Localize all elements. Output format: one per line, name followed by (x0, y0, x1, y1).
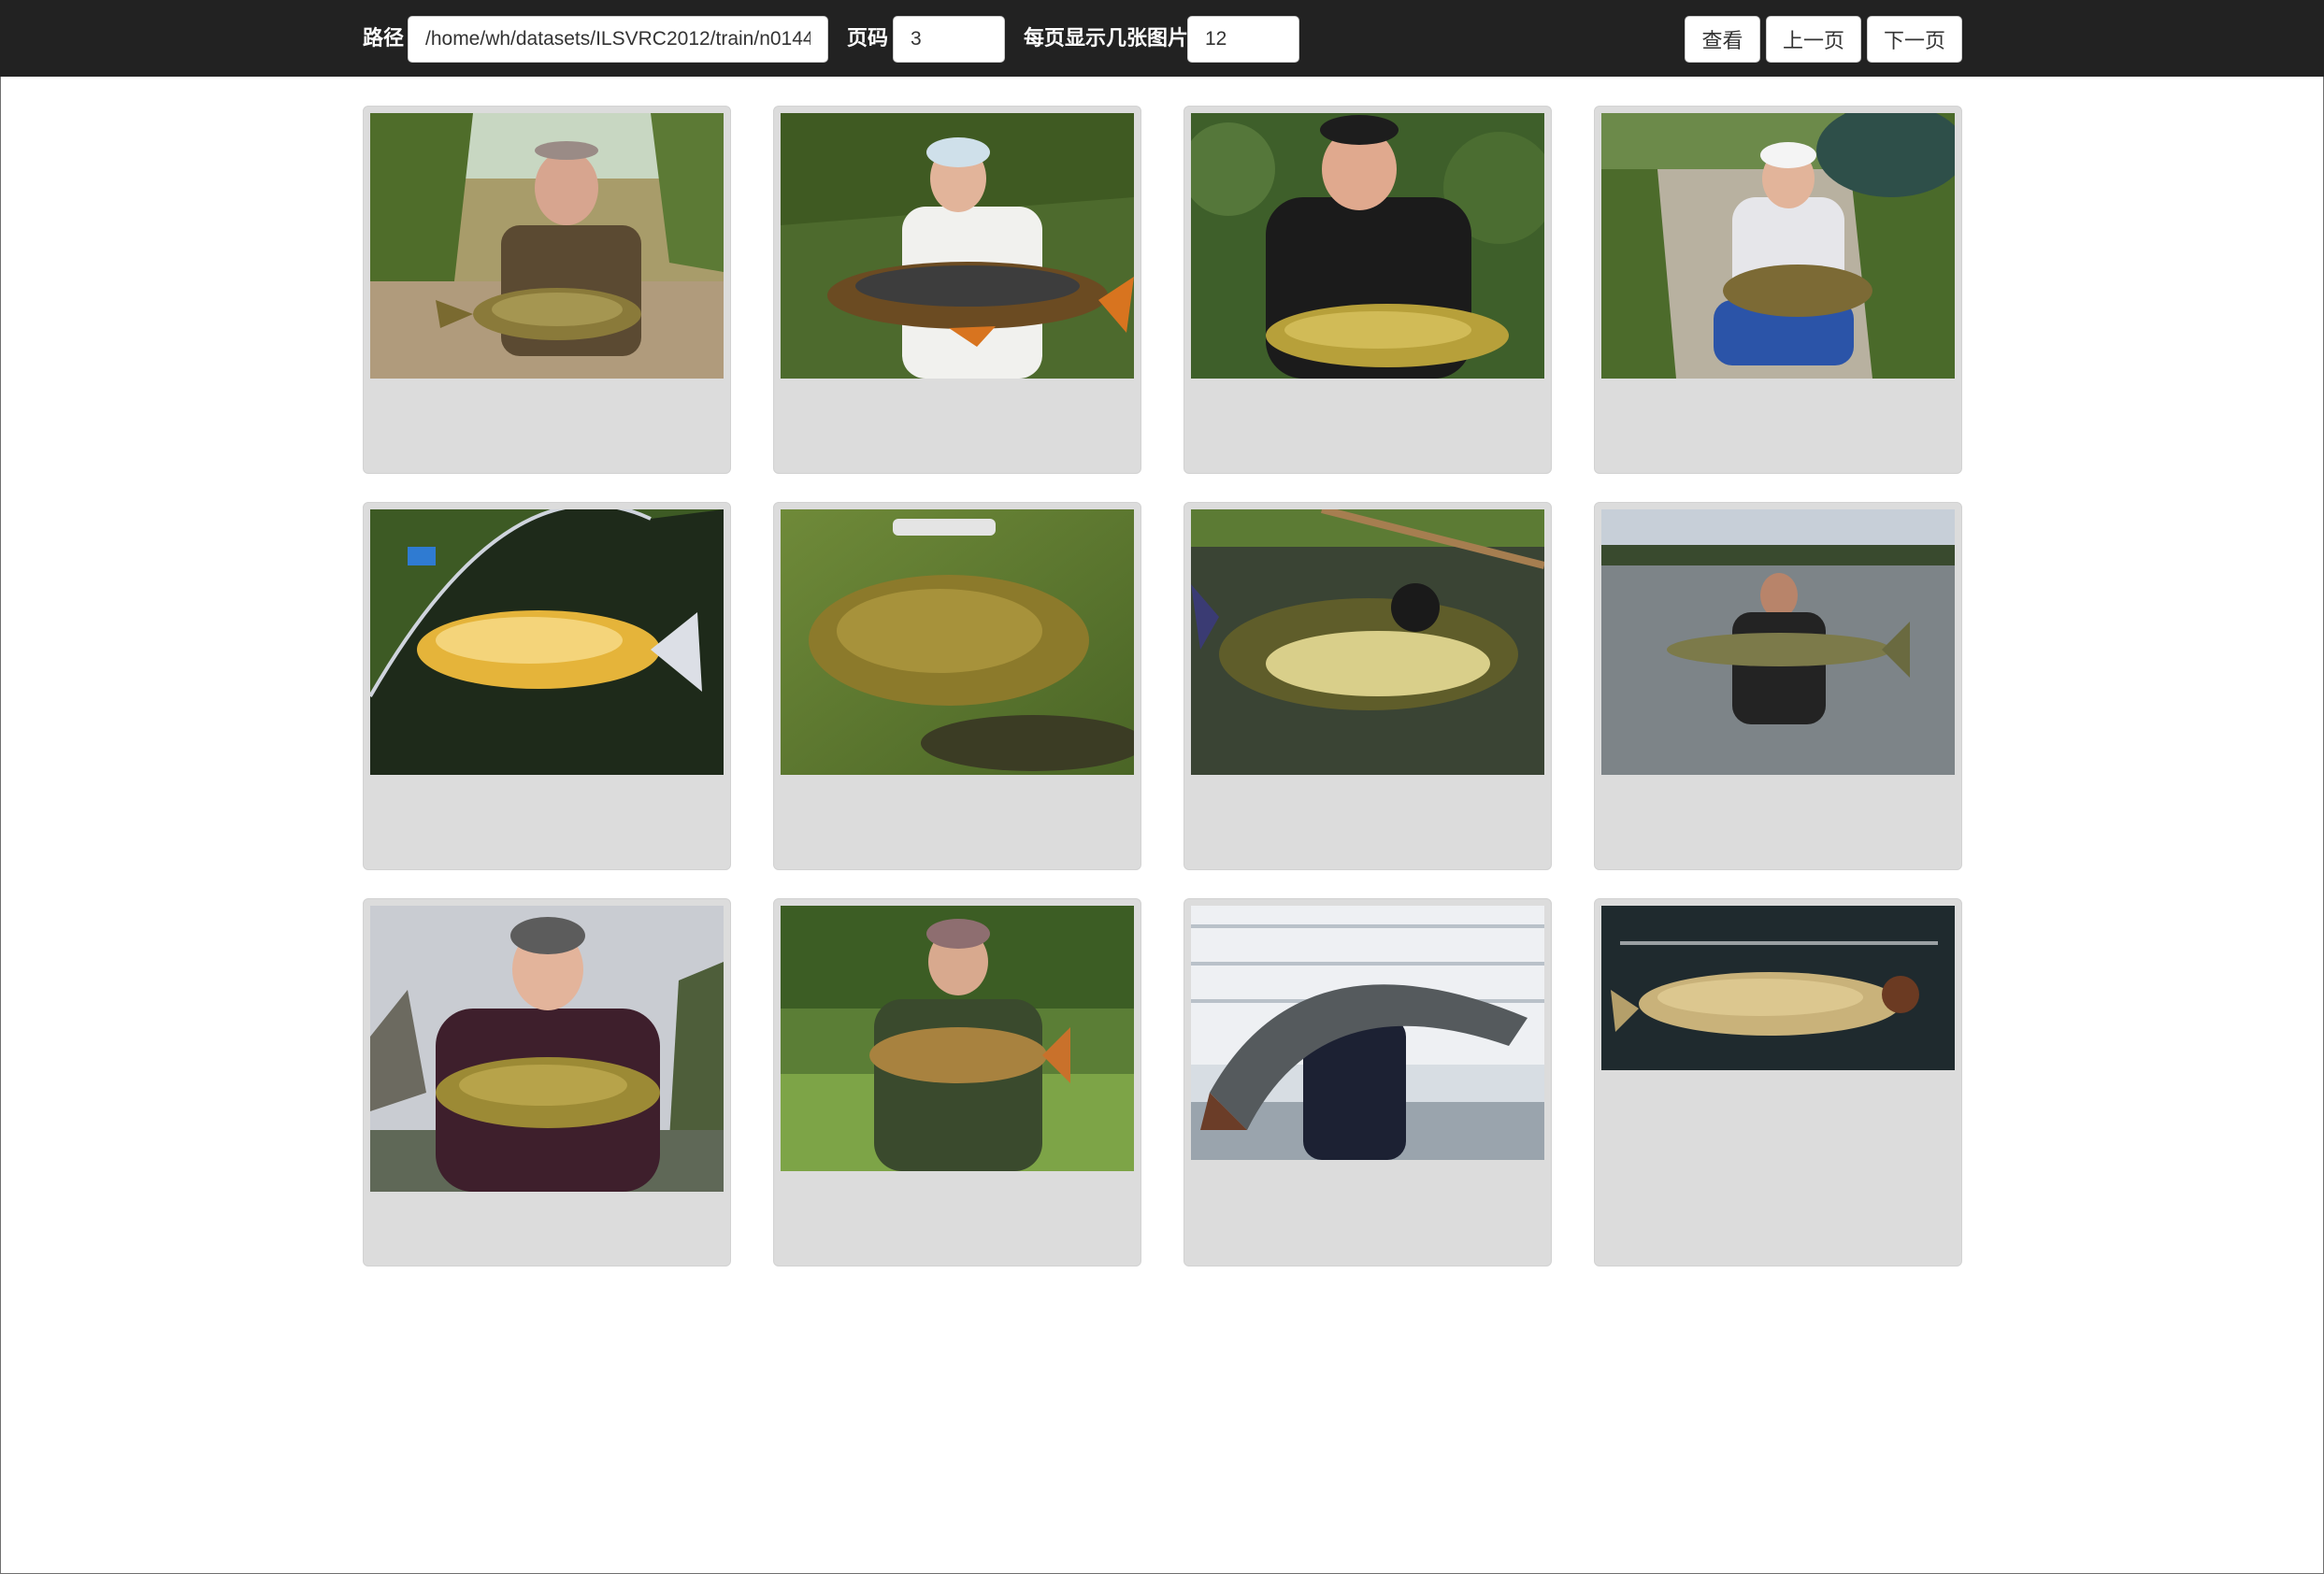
gallery-image-man-white-cap-with-tench[interactable] (1601, 113, 1955, 379)
gallery-card (773, 898, 1141, 1266)
page-input[interactable] (893, 16, 1005, 63)
gallery-card (773, 502, 1141, 870)
page-label: 页码 (847, 26, 889, 50)
view-button[interactable]: 查看 (1685, 16, 1760, 63)
gallery-card (1184, 898, 1552, 1266)
image-gallery (363, 106, 1963, 1266)
gallery-image-golden-tench-in-net[interactable] (370, 509, 724, 775)
gallery-image-man-carrying-large-fish[interactable] (1191, 906, 1544, 1160)
gallery-image-young-man-with-mirror-carp[interactable] (781, 113, 1134, 379)
toolbar: 路径 页码 每页显示几张图片 查看 上一页 下一页 (0, 0, 2324, 77)
gallery-card (1594, 502, 1962, 870)
gallery-card (1184, 106, 1552, 474)
path-input[interactable] (408, 16, 828, 63)
prev-page-button[interactable]: 上一页 (1766, 16, 1861, 63)
gallery-image-man-in-lake-with-pike[interactable] (1601, 509, 1955, 775)
gallery-image-tench-in-net-with-reel[interactable] (1601, 906, 1955, 1070)
gallery-image-tench-on-grass[interactable] (781, 509, 1134, 775)
per-page-label: 每页显示几张图片 (1024, 26, 1189, 50)
gallery-card (1594, 898, 1962, 1266)
gallery-card (773, 106, 1141, 474)
gallery-card (1184, 502, 1552, 870)
next-page-button[interactable]: 下一页 (1867, 16, 1962, 63)
per-page-input[interactable] (1187, 16, 1299, 63)
path-label: 路径 (363, 26, 405, 50)
gallery-image-man-in-reeds-with-rudd[interactable] (781, 906, 1134, 1171)
gallery-card (1594, 106, 1962, 474)
gallery-image-man-with-carp-by-lake[interactable] (370, 113, 724, 379)
gallery-image-tench-on-mat-with-reel[interactable] (1191, 509, 1544, 775)
gallery-image-man-beanie-with-tench[interactable] (370, 906, 724, 1192)
gallery-card (363, 898, 731, 1266)
gallery-image-man-black-shirt-with-tench[interactable] (1191, 113, 1544, 379)
gallery-card (363, 502, 731, 870)
gallery-card (363, 106, 731, 474)
